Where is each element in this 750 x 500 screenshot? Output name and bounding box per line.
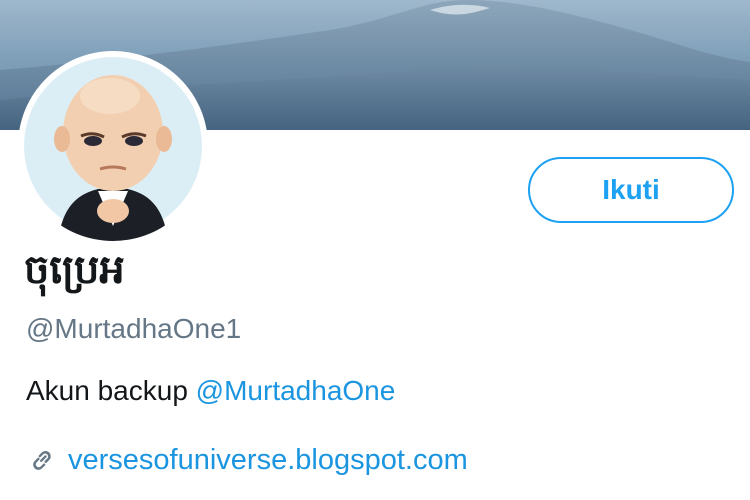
- bio-text: Akun backup: [26, 375, 188, 406]
- profile-display-name: ចុប្រេអ: [24, 247, 125, 293]
- profile-bio: Akun backup @MurtadhaOne: [26, 374, 395, 408]
- website-link[interactable]: versesofuniverse.blogspot.com: [68, 442, 468, 478]
- boss-baby-avatar-image: [24, 57, 202, 241]
- link-icon: [33, 450, 51, 470]
- bio-mention-link[interactable]: @MurtadhaOne: [196, 375, 396, 406]
- profile-handle: @MurtadhaOne1: [26, 313, 242, 344]
- follow-button[interactable]: Ikuti: [528, 157, 734, 223]
- website-row: versesofuniverse.blogspot.com: [28, 442, 468, 478]
- profile-avatar[interactable]: [18, 51, 208, 241]
